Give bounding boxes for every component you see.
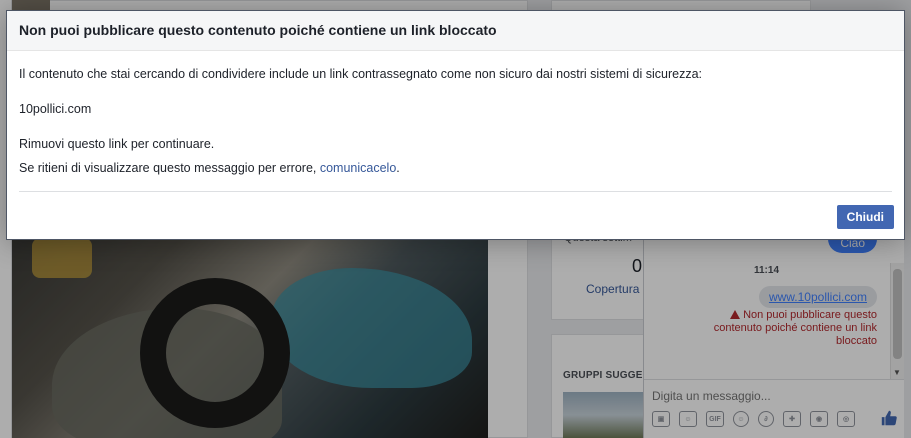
blocked-domain: 10pollici.com <box>19 102 92 116</box>
dialog-description: Il contenuto che stai cercando di condiv… <box>19 67 703 81</box>
dialog-title: Non puoi pubblicare questo contenuto poi… <box>19 22 497 38</box>
blocked-link-dialog: Non puoi pubblicare questo contenuto poi… <box>6 10 905 240</box>
report-suffix: . <box>396 161 400 175</box>
dialog-footer-divider <box>19 191 892 192</box>
dialog-body: Il contenuto che stai cercando di condiv… <box>7 51 904 176</box>
dialog-instruction: Rimuovi questo link per continuare. <box>19 137 215 151</box>
dialog-report-line: Se ritieni di visualizzare questo messag… <box>19 160 892 176</box>
report-link[interactable]: comunicacelo <box>320 161 396 175</box>
dialog-header: Non puoi pubblicare questo contenuto poi… <box>7 11 904 51</box>
close-button[interactable]: Chiudi <box>836 205 894 229</box>
report-prefix: Se ritieni di visualizzare questo messag… <box>19 161 320 175</box>
